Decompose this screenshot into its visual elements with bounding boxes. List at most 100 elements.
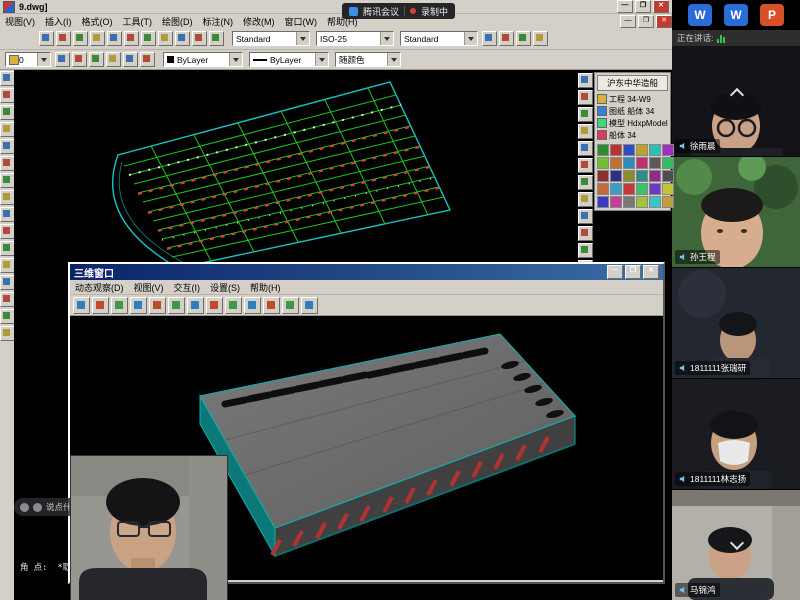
tool-button[interactable] [578, 141, 593, 156]
palette-icon[interactable] [649, 170, 661, 182]
lineweight-combo[interactable]: 随颜色 [335, 52, 401, 67]
tool-button[interactable] [578, 192, 593, 207]
tool-button[interactable] [0, 88, 15, 103]
palette-icon[interactable] [610, 170, 622, 182]
viewer3d-minimize-button[interactable]: — [607, 265, 623, 279]
hull-row[interactable]: 船体 34 [597, 129, 668, 141]
mention-icon[interactable] [33, 503, 42, 512]
palette-icon[interactable] [597, 170, 609, 182]
palette-icon[interactable] [649, 183, 661, 195]
palette-icon[interactable] [597, 157, 609, 169]
toolbar-button[interactable] [192, 31, 207, 46]
toolbar-button[interactable] [141, 31, 156, 46]
viewer3d-restore-button[interactable]: ❐ [625, 265, 641, 279]
chevron-down-icon[interactable] [296, 32, 309, 45]
tool-button[interactable] [0, 156, 15, 171]
layer-combo[interactable]: 0 [5, 52, 51, 67]
viewer3d-tool-button[interactable] [206, 297, 223, 314]
palette-icon[interactable] [597, 144, 609, 156]
chevron-down-icon[interactable] [315, 53, 328, 66]
tool-button[interactable] [0, 122, 15, 137]
palette-icon[interactable] [636, 183, 648, 195]
tool-button[interactable] [0, 275, 15, 290]
tool-button[interactable] [578, 107, 593, 122]
palette-icon[interactable] [636, 196, 648, 208]
palette-icon[interactable] [662, 183, 674, 195]
toolbar-button[interactable] [516, 31, 531, 46]
toolbar-button[interactable] [72, 52, 87, 67]
emoji-icon[interactable] [20, 503, 29, 512]
tool-button[interactable] [0, 258, 15, 273]
toolbar-button[interactable] [158, 31, 173, 46]
close-button[interactable]: ✕ [653, 0, 669, 13]
viewer3d-tool-button[interactable] [149, 297, 166, 314]
menu-tools[interactable]: 工具(T) [118, 15, 158, 28]
viewer3d-tool-button[interactable] [187, 297, 204, 314]
tool-button[interactable] [578, 158, 593, 173]
dim-style-combo[interactable]: ISO-25 [316, 31, 394, 46]
cad-titlebar[interactable]: 9.dwg] — ❐ ✕ [0, 0, 672, 14]
viewer3d-tool-button[interactable] [92, 297, 109, 314]
viewer3d-tool-button[interactable] [111, 297, 128, 314]
toolbar-button[interactable] [73, 31, 88, 46]
toolbar-button[interactable] [499, 31, 514, 46]
participant-video[interactable]: 1811111张瑞研 [672, 268, 800, 379]
menu-interact[interactable]: 交互(I) [169, 281, 206, 294]
palette-icon[interactable] [636, 144, 648, 156]
palette-icon[interactable] [662, 196, 674, 208]
palette-icon[interactable] [649, 144, 661, 156]
tool-button[interactable] [0, 173, 15, 188]
doc-restore-button[interactable]: ❐ [638, 15, 654, 28]
tool-button[interactable] [0, 139, 15, 154]
chevron-down-icon[interactable] [37, 53, 50, 66]
ppt-doc-icon[interactable]: P [760, 4, 784, 26]
toolbar-button[interactable] [55, 52, 70, 67]
tool-button[interactable] [578, 90, 593, 105]
restore-button[interactable]: ❐ [635, 0, 651, 13]
menu-window[interactable]: 窗口(W) [280, 15, 323, 28]
tool-button[interactable] [0, 309, 15, 324]
drawing-row[interactable]: 图纸 船体 34 [597, 105, 668, 117]
palette-icon[interactable] [623, 170, 635, 182]
palette-icon[interactable] [636, 157, 648, 169]
toolbar-button[interactable] [175, 31, 190, 46]
viewer3d-titlebar[interactable]: 三维窗口 — ❐ ✕ [70, 264, 663, 280]
toolbar-button[interactable] [56, 31, 71, 46]
menu-settings[interactable]: 设置(S) [205, 281, 245, 294]
palette-icon[interactable] [610, 157, 622, 169]
menu-orbit[interactable]: 动态观察(D) [70, 281, 129, 294]
toolbar-button[interactable] [123, 52, 138, 67]
minimize-button[interactable]: — [617, 0, 633, 13]
tool-button[interactable] [0, 326, 15, 341]
menu-modify[interactable]: 修改(M) [238, 15, 280, 28]
viewer3d-tool-button[interactable] [301, 297, 318, 314]
palette-icon[interactable] [636, 170, 648, 182]
palette-icon[interactable] [662, 144, 674, 156]
meeting-toolbar[interactable]: 腾讯会议 录制中 [342, 3, 455, 19]
tool-button[interactable] [0, 241, 15, 256]
tool-button[interactable] [578, 243, 593, 258]
word-doc-icon[interactable]: W [724, 4, 748, 26]
tool-button[interactable] [578, 209, 593, 224]
viewer3d-tool-button[interactable] [130, 297, 147, 314]
tool-button[interactable] [578, 226, 593, 241]
menu-view[interactable]: 视图(V) [0, 15, 40, 28]
toolbar-button[interactable] [124, 31, 139, 46]
model-row[interactable]: 模型 HdxpModel [597, 117, 668, 129]
chevron-down-icon[interactable] [387, 53, 400, 66]
palette-icon[interactable] [610, 196, 622, 208]
palette-icon[interactable] [649, 196, 661, 208]
toolbar-button[interactable] [107, 31, 122, 46]
menu-draw[interactable]: 绘图(D) [157, 15, 198, 28]
toolbar-button[interactable] [533, 31, 548, 46]
color-combo[interactable]: ByLayer [163, 52, 243, 67]
participant-video[interactable]: 马锦鸿 [672, 490, 800, 600]
tool-button[interactable] [578, 175, 593, 190]
toolbar-button[interactable] [140, 52, 155, 67]
tool-button[interactable] [0, 207, 15, 222]
participant-video[interactable]: 1811111林志扬 [672, 379, 800, 490]
palette-icon[interactable] [597, 196, 609, 208]
viewer3d-tool-button[interactable] [168, 297, 185, 314]
palette-icon[interactable] [610, 183, 622, 195]
toolbar-button[interactable] [90, 31, 105, 46]
